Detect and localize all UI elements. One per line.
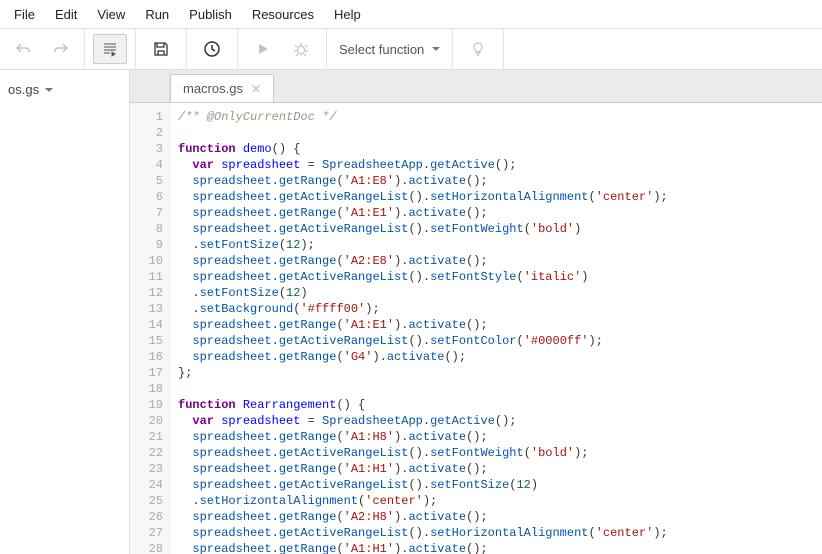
line-number: 22 bbox=[130, 445, 163, 461]
code-line[interactable]: function demo() { bbox=[178, 141, 822, 157]
line-number: 2 bbox=[130, 125, 163, 141]
menu-help[interactable]: Help bbox=[324, 3, 371, 26]
code-editor[interactable]: /** @OnlyCurrentDoc */ function demo() {… bbox=[170, 103, 822, 554]
menubar: FileEditViewRunPublishResourcesHelp bbox=[0, 0, 822, 28]
code-line[interactable]: spreadsheet.getActiveRangeList().setHori… bbox=[178, 189, 822, 205]
code-line[interactable]: spreadsheet.getRange('A1:E1').activate()… bbox=[178, 205, 822, 221]
code-line[interactable]: function Rearrangement() { bbox=[178, 397, 822, 413]
save-button[interactable] bbox=[144, 34, 178, 64]
lightbulb-button[interactable] bbox=[461, 34, 495, 64]
code-line[interactable]: spreadsheet.getActiveRangeList().setHori… bbox=[178, 525, 822, 541]
menu-publish[interactable]: Publish bbox=[179, 3, 242, 26]
code-line[interactable]: spreadsheet.getRange('A1:E1').activate()… bbox=[178, 317, 822, 333]
line-number: 6 bbox=[130, 189, 163, 205]
code-line[interactable]: /** @OnlyCurrentDoc */ bbox=[178, 109, 822, 125]
code-line[interactable] bbox=[178, 381, 822, 397]
code-line[interactable]: spreadsheet.getRange('A1:E8').activate()… bbox=[178, 173, 822, 189]
code-line[interactable]: spreadsheet.getRange('A1:H1').activate()… bbox=[178, 541, 822, 554]
line-number: 25 bbox=[130, 493, 163, 509]
code-line[interactable]: .setFontSize(12); bbox=[178, 237, 822, 253]
undo-button[interactable] bbox=[6, 34, 40, 64]
sidebar-file-label: os.gs bbox=[8, 82, 39, 97]
code-line[interactable]: .setBackground('#ffff00'); bbox=[178, 301, 822, 317]
code-line[interactable]: spreadsheet.getActiveRangeList().setFont… bbox=[178, 221, 822, 237]
line-number: 14 bbox=[130, 317, 163, 333]
tabbar: macros.gs ✕ bbox=[130, 70, 822, 102]
indent-button[interactable] bbox=[93, 34, 127, 64]
line-number: 4 bbox=[130, 157, 163, 173]
menu-view[interactable]: View bbox=[87, 3, 135, 26]
line-number: 24 bbox=[130, 477, 163, 493]
debug-button[interactable] bbox=[284, 34, 318, 64]
code-line[interactable] bbox=[178, 125, 822, 141]
line-number: 16 bbox=[130, 349, 163, 365]
select-function-label: Select function bbox=[339, 42, 424, 57]
line-number: 28 bbox=[130, 541, 163, 554]
tabbar-spacer bbox=[130, 70, 170, 102]
sidebar: os.gs bbox=[0, 70, 130, 554]
code-line[interactable]: spreadsheet.getActiveRangeList().setFont… bbox=[178, 333, 822, 349]
code-line[interactable]: }; bbox=[178, 365, 822, 381]
menu-edit[interactable]: Edit bbox=[45, 3, 87, 26]
code-line[interactable]: var spreadsheet = SpreadsheetApp.getActi… bbox=[178, 157, 822, 173]
code-line[interactable]: var spreadsheet = SpreadsheetApp.getActi… bbox=[178, 413, 822, 429]
redo-button[interactable] bbox=[44, 34, 78, 64]
gutter: 1234567891011121314151617181920212223242… bbox=[130, 103, 170, 554]
line-number: 3 bbox=[130, 141, 163, 157]
code-line[interactable]: spreadsheet.getRange('A1:H8').activate()… bbox=[178, 429, 822, 445]
line-number: 12 bbox=[130, 285, 163, 301]
line-number: 23 bbox=[130, 461, 163, 477]
code-line[interactable]: .setFontSize(12) bbox=[178, 285, 822, 301]
line-number: 21 bbox=[130, 429, 163, 445]
code-line[interactable]: spreadsheet.getRange('A2:E8').activate()… bbox=[178, 253, 822, 269]
triggers-button[interactable] bbox=[195, 34, 229, 64]
menu-run[interactable]: Run bbox=[135, 3, 179, 26]
tab-label: macros.gs bbox=[183, 81, 243, 96]
menu-resources[interactable]: Resources bbox=[242, 3, 324, 26]
line-number: 10 bbox=[130, 253, 163, 269]
main: os.gs macros.gs ✕ 1234567891011121314151… bbox=[0, 70, 822, 554]
line-number: 26 bbox=[130, 509, 163, 525]
code-line[interactable]: spreadsheet.getActiveRangeList().setFont… bbox=[178, 269, 822, 285]
line-number: 11 bbox=[130, 269, 163, 285]
line-number: 5 bbox=[130, 173, 163, 189]
line-number: 17 bbox=[130, 365, 163, 381]
line-number: 1 bbox=[130, 109, 163, 125]
code-line[interactable]: spreadsheet.getActiveRangeList().setFont… bbox=[178, 445, 822, 461]
chevron-down-icon bbox=[45, 88, 53, 92]
editor-pane: macros.gs ✕ 1234567891011121314151617181… bbox=[130, 70, 822, 554]
line-number: 13 bbox=[130, 301, 163, 317]
toolbar: Select function bbox=[0, 28, 822, 70]
line-number: 27 bbox=[130, 525, 163, 541]
code-line[interactable]: spreadsheet.getRange('G4').activate(); bbox=[178, 349, 822, 365]
line-number: 7 bbox=[130, 205, 163, 221]
close-icon[interactable]: ✕ bbox=[251, 82, 261, 96]
code-line[interactable]: spreadsheet.getActiveRangeList().setFont… bbox=[178, 477, 822, 493]
chevron-down-icon bbox=[432, 47, 440, 51]
line-number: 20 bbox=[130, 413, 163, 429]
select-function-dropdown[interactable]: Select function bbox=[327, 34, 452, 64]
line-number: 19 bbox=[130, 397, 163, 413]
tab-macros[interactable]: macros.gs ✕ bbox=[170, 74, 274, 102]
code-line[interactable]: spreadsheet.getRange('A1:H1').activate()… bbox=[178, 461, 822, 477]
line-number: 9 bbox=[130, 237, 163, 253]
sidebar-file-item[interactable]: os.gs bbox=[0, 76, 129, 103]
line-number: 18 bbox=[130, 381, 163, 397]
code-line[interactable]: .setHorizontalAlignment('center'); bbox=[178, 493, 822, 509]
menu-file[interactable]: File bbox=[4, 3, 45, 26]
line-number: 8 bbox=[130, 221, 163, 237]
run-button[interactable] bbox=[246, 34, 280, 64]
line-number: 15 bbox=[130, 333, 163, 349]
code-area: 1234567891011121314151617181920212223242… bbox=[130, 102, 822, 554]
code-line[interactable]: spreadsheet.getRange('A2:H8').activate()… bbox=[178, 509, 822, 525]
